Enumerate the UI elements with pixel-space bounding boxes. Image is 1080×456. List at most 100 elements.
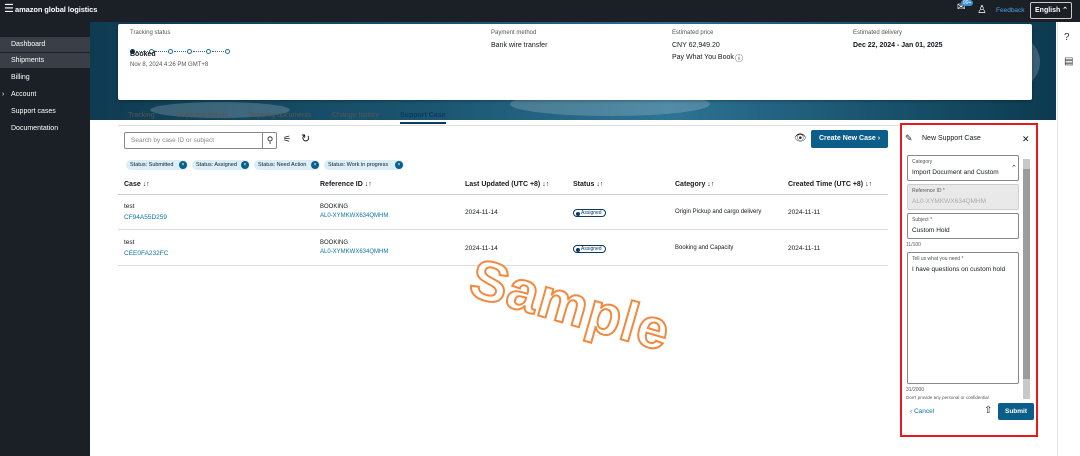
sidenav-item-billing[interactable]: Billing	[0, 70, 90, 85]
need-textarea[interactable]: Tell us what you need * I have questions…	[907, 252, 1019, 384]
search-input[interactable]: Search by case ID or subject	[124, 132, 277, 149]
filter-chip[interactable]: Status: Need Action ×	[254, 160, 320, 170]
filter-chip[interactable]: Status: Submitted ×	[126, 160, 188, 170]
new-support-case-panel: ✎ New Support Case ✕ Category Import Doc…	[900, 123, 1038, 437]
estimated-delivery-label: Estimated delivery	[853, 30, 903, 36]
sidenav-item-documentation[interactable]: Documentation	[0, 121, 90, 136]
create-new-case-button[interactable]: Create New Case ›	[811, 130, 888, 148]
sidenav-label: Billing	[11, 74, 30, 81]
close-icon[interactable]: ×	[395, 161, 403, 169]
language-select[interactable]: English ⌃	[1030, 2, 1072, 19]
submit-button[interactable]: Submit	[998, 403, 1034, 420]
last-updated: 2024-11-14	[465, 209, 498, 216]
payment-method-label: Payment method	[491, 30, 537, 36]
estimated-price-value: CNY 62,949.20	[672, 42, 720, 49]
brand-logo[interactable]: amazon global logistics	[15, 5, 97, 14]
close-icon[interactable]: ×	[311, 161, 319, 169]
category-label: Category	[912, 159, 933, 165]
hamburger-icon[interactable]: ☰	[4, 4, 14, 15]
estimated-delivery-value: Dec 22, 2024 - Jan 01, 2025	[853, 42, 943, 49]
pencil-icon: ✎	[905, 133, 913, 143]
close-icon[interactable]: ×	[241, 161, 249, 169]
filter-chip-label: Status: Work in progress	[328, 162, 389, 168]
progress-dot	[206, 49, 226, 55]
reference-id-field: Reference ID * AL0-XYMKWX634QMHM	[907, 184, 1019, 210]
reference-value: AL0-XYMKWX634QMHM	[912, 198, 987, 205]
help-icon[interactable]: ?	[1064, 32, 1070, 43]
column-header-status[interactable]: Status ↓↑	[573, 176, 603, 194]
status-badge: Assigned	[573, 209, 606, 217]
sidenav-item-dashboard[interactable]: Dashboard	[0, 37, 90, 52]
reference-type: BOOKING	[320, 240, 349, 246]
filter-chip-label: Status: Need Action	[258, 162, 307, 168]
scroll-thumb[interactable]	[1023, 169, 1030, 379]
table-row: test CF94A55D259 BOOKING AL0-XYMKWX634QM…	[118, 195, 888, 230]
sidenav-item-support-cases[interactable]: Support cases	[0, 104, 90, 119]
case-id-link[interactable]: CF94A55D259	[124, 214, 167, 221]
tab-shipment-details[interactable]: Shipment details	[176, 112, 228, 119]
category-select[interactable]: Category Import Document and Custom ⌃	[907, 155, 1019, 181]
cancel-label: Cancel	[913, 408, 935, 415]
search-icon[interactable]: ⚲	[262, 132, 277, 149]
reference-type: BOOKING	[320, 204, 349, 210]
feedback-link[interactable]: Feedback	[996, 7, 1025, 14]
tab-shipping-documents[interactable]: Shipping documents	[248, 112, 311, 119]
tab-support-case[interactable]: Support Case	[400, 112, 446, 124]
notification-badge: 99+	[961, 0, 974, 6]
payment-method-value: Bank wire transfer	[491, 42, 548, 49]
user-icon[interactable]: ♙	[977, 3, 987, 16]
status-badge: Assigned	[573, 245, 606, 253]
shipment-summary-card: Tracking status Booked Nov 8, 2024 4:26 …	[118, 24, 1032, 100]
chat-icon[interactable]: ▤	[1064, 56, 1073, 67]
sidenav-label: Account	[11, 91, 37, 98]
refresh-icon[interactable]: ↻	[301, 132, 310, 145]
sidenav-item-shipments[interactable]: Shipments	[0, 53, 90, 68]
notification-icon[interactable]: ✉ 99+	[957, 0, 974, 13]
case-name: test	[124, 239, 135, 246]
progress-dot	[225, 49, 230, 55]
privacy-hint: Don't provide any personal or confidenti…	[906, 395, 989, 400]
tab-change-history[interactable]: Change history	[332, 112, 379, 119]
create-new-case-label: Create New Case	[818, 135, 876, 142]
filter-chip[interactable]: Status: Work in progress ×	[324, 160, 404, 170]
reference-id-link[interactable]: AL0-XYMKWX634QMHM	[320, 249, 388, 255]
estimated-price-label: Estimated price	[672, 30, 714, 36]
right-utility-rail: ? ▤	[1057, 22, 1080, 456]
column-header-created-time[interactable]: Created Time (UTC +8) ↓↑	[788, 176, 872, 194]
sidenav-label: Documentation	[11, 125, 59, 132]
language-label: English	[1035, 7, 1061, 14]
subject-value: Custom Hold	[912, 227, 950, 234]
eye-icon[interactable]: 👁	[794, 133, 807, 144]
close-icon[interactable]: ×	[179, 161, 187, 169]
subject-field[interactable]: Subject * Custom Hold	[907, 213, 1019, 239]
filter-chip[interactable]: Status: Assigned ×	[192, 160, 250, 170]
progress-dot	[168, 49, 188, 55]
panel-title: New Support Case	[922, 135, 981, 142]
cancel-button[interactable]: ‹ Cancel	[910, 408, 934, 415]
subject-label: Subject *	[912, 217, 933, 223]
close-icon[interactable]: ✕	[1022, 134, 1030, 145]
filter-chip-label: Status: Submitted	[130, 162, 174, 168]
reference-label: Reference ID *	[912, 188, 945, 194]
need-value: I have questions on custom hold	[912, 266, 1006, 273]
sidenav-label: Support cases	[11, 108, 56, 115]
tab-tracking[interactable]: Tracking	[128, 112, 155, 119]
top-bar: ☰ amazon global logistics ✉ 99+ ♙ Feedbac…	[0, 0, 1080, 22]
filter-settings-icon[interactable]: ⚟	[283, 134, 291, 145]
info-icon[interactable]: ⓘ	[735, 53, 743, 64]
column-header-last-updated[interactable]: Last Updated (UTC +8) ↓↑	[465, 176, 549, 194]
sidenav-item-account[interactable]: › Account	[0, 87, 90, 102]
column-header-case[interactable]: Case ↓↑	[124, 176, 150, 194]
column-header-category[interactable]: Category ↓↑	[675, 176, 714, 194]
subject-char-count: 11/100	[906, 242, 921, 248]
need-label: Tell us what you need *	[912, 256, 964, 262]
case-id-link[interactable]: CEE0FA232FC	[124, 250, 168, 257]
created-time: 2024-11-11	[788, 245, 821, 252]
tracking-status-label: Tracking status	[130, 30, 171, 36]
category-value: Import Document and Custom	[912, 169, 999, 176]
column-header-reference[interactable]: Reference ID ↓↑	[320, 176, 372, 194]
reference-id-link[interactable]: AL0-XYMKWX634QMHM	[320, 213, 388, 219]
upload-icon[interactable]: ⇧	[984, 405, 992, 416]
pay-what-you-book: Pay What You Book	[672, 54, 734, 61]
tracking-status-value: Booked	[130, 51, 156, 58]
